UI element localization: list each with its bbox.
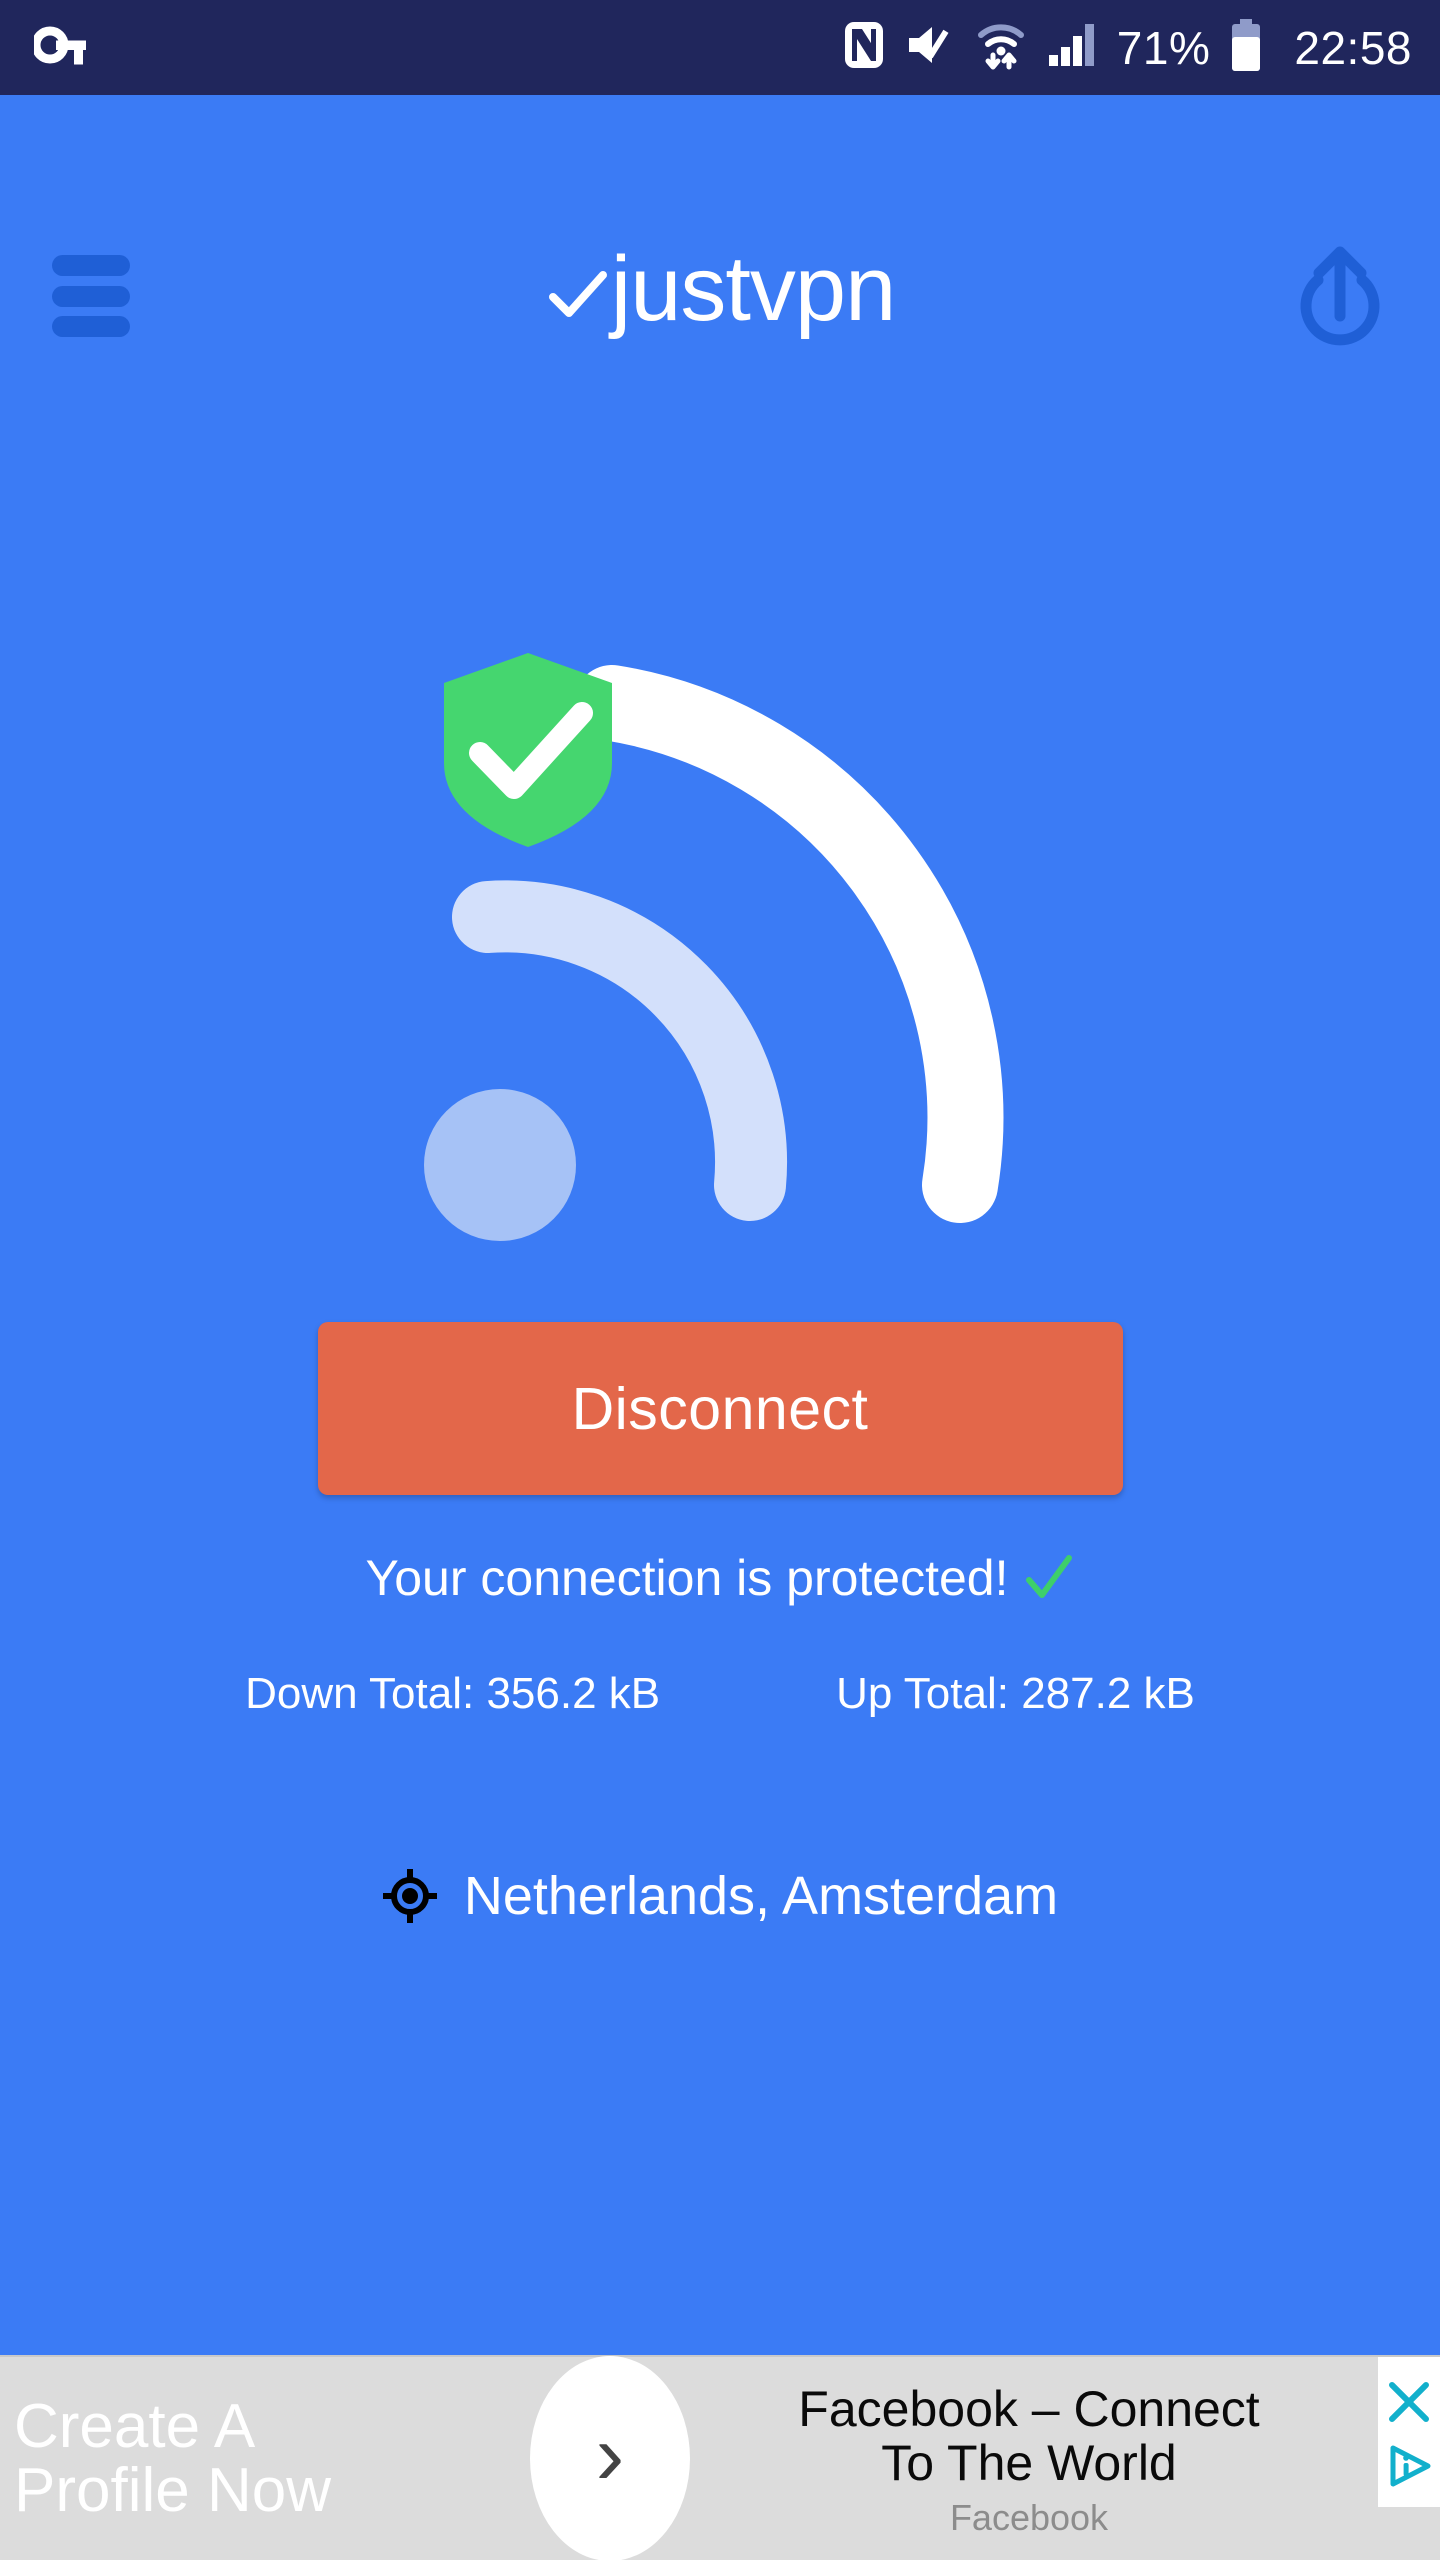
ad-advertiser-label: Facebook: [949, 2496, 1109, 2538]
ad-left-text: Create A Profile Now: [0, 2357, 520, 2560]
check-icon: [545, 263, 609, 327]
green-shield-check-icon: [444, 653, 612, 847]
app-root: 71% 22:58 justvpn Disconnect Your connec…: [0, 0, 1440, 2560]
gps-crosshair-icon: [382, 1868, 438, 1924]
close-x-icon[interactable]: [1386, 2379, 1432, 2425]
ad-title-line-2: To The World: [881, 2434, 1177, 2491]
ad-title-line-1: Facebook – Connect: [798, 2380, 1260, 2437]
ad-controls: [1378, 2357, 1440, 2507]
status-bar: 71% 22:58: [0, 0, 1440, 95]
status-bar-right: 71% 22:58: [843, 19, 1412, 76]
down-total-label: Down Total: 356.2 kB: [245, 1669, 661, 1718]
wifi-dot: [424, 1089, 576, 1241]
brand-logo: justvpn: [0, 243, 1440, 335]
ad-banner[interactable]: Create A Profile Now › Facebook – Connec…: [0, 2355, 1440, 2560]
battery-icon: [1230, 19, 1262, 76]
chevron-right-icon[interactable]: ›: [530, 2356, 690, 2560]
protected-wifi-signal-icon: [0, 620, 1440, 1270]
wifi-transfer-icon: [975, 19, 1027, 76]
status-bar-left: [31, 24, 90, 71]
ad-right-text: Facebook – Connect To The World Facebook: [700, 2357, 1378, 2560]
power-upgrade-icon[interactable]: [1292, 240, 1388, 350]
nfc-icon: [843, 20, 885, 75]
ad-left-line-2: Profile Now: [14, 2455, 331, 2525]
disconnect-button[interactable]: Disconnect: [317, 1322, 1123, 1495]
server-location-row[interactable]: Netherlands, Amsterdam: [0, 1868, 1440, 1924]
connection-status-label: Your connection is protected!: [365, 1550, 1009, 1606]
clock-label: 22:58: [1294, 21, 1412, 74]
volume-mute-icon: [905, 22, 955, 73]
green-check-icon: [1023, 1552, 1075, 1604]
wifi-signal-graphic: [424, 653, 1004, 1241]
server-location-label: Netherlands, Amsterdam: [463, 1866, 1059, 1926]
cellular-signal-icon: [1047, 22, 1097, 73]
traffic-totals: Down Total: 356.2 kB Up Total: 287.2 kB: [0, 1672, 1440, 1716]
app-header: justvpn: [0, 95, 1440, 346]
vpn-key-icon: [31, 24, 90, 71]
ad-arrow-wrapper: ›: [520, 2356, 700, 2560]
connection-status-row: Your connection is protected!: [0, 1552, 1440, 1604]
battery-percent-label: 71%: [1116, 21, 1211, 74]
disconnect-button-row: Disconnect: [0, 1322, 1440, 1495]
chevron-right-glyph: ›: [595, 2406, 625, 2503]
up-total-label: Up Total: 287.2 kB: [836, 1669, 1195, 1718]
adchoices-icon[interactable]: [1386, 2443, 1432, 2489]
ad-left-line-1: Create A: [14, 2392, 256, 2462]
brand-name: justvpn: [610, 238, 896, 340]
